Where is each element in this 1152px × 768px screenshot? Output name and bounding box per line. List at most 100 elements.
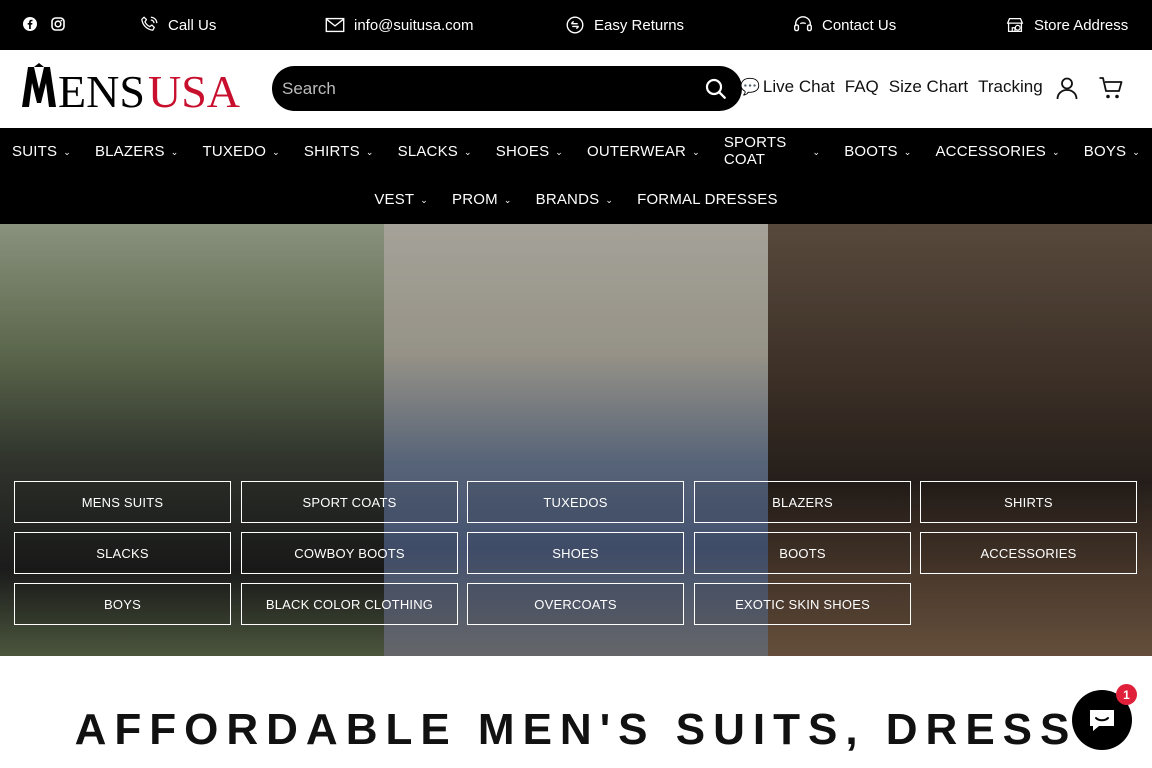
nav-item-shoes[interactable]: SHOES ⌄ <box>484 141 575 161</box>
chevron-down-icon: ⌄ <box>692 146 700 157</box>
nav-label: FORMAL DRESSES <box>637 190 778 208</box>
contact-us-label: Contact Us <box>822 16 897 34</box>
chevron-down-icon: ⌄ <box>503 194 512 205</box>
site-header: ENS USA 💬 Live Chat FAQ Size Chart Track… <box>0 50 1152 128</box>
call-us-label: Call Us <box>168 16 217 34</box>
nav-item-prom[interactable]: PROM ⌄ <box>440 189 524 209</box>
nav-row-2: VEST ⌄ PROM ⌄ BRANDS ⌄ FORMAL DRESSES <box>0 189 1152 209</box>
nav-label: TUXEDO <box>202 142 267 160</box>
category-black-color-clothing[interactable]: BLACK COLOR CLOTHING <box>241 583 458 625</box>
chevron-down-icon: ⌄ <box>812 146 821 157</box>
mensusa-logo[interactable]: ENS USA <box>20 61 240 117</box>
category-shirts[interactable]: SHIRTS <box>920 481 1137 523</box>
live-chat-link[interactable]: 💬 Live Chat <box>740 77 835 97</box>
category-slacks[interactable]: SLACKS <box>14 532 231 574</box>
nav-label: PROM <box>452 190 498 208</box>
top-bar: Call Us info@suitusa.com Easy Returns Co… <box>0 0 1152 50</box>
nav-label: BOOTS <box>844 142 898 160</box>
nav-item-tuxedo[interactable]: TUXEDO ⌄ <box>190 141 291 161</box>
chevron-down-icon: ⌄ <box>420 194 429 205</box>
phone-icon <box>141 16 158 31</box>
category-blazers[interactable]: BLAZERS <box>694 481 911 523</box>
faq-link[interactable]: FAQ <box>845 77 879 97</box>
chat-icon <box>1090 710 1114 731</box>
nav-item-sports-coat[interactable]: SPORTS COAT ⌄ <box>712 134 832 168</box>
nav-item-slacks[interactable]: SLACKS ⌄ <box>386 141 484 161</box>
category-cowboy-boots[interactable]: COWBOY BOOTS <box>241 532 458 574</box>
nav-label: OUTERWEAR <box>587 142 687 160</box>
nav-item-accessories[interactable]: ACCESSORIES ⌄ <box>923 141 1071 161</box>
chevron-down-icon: ⌄ <box>63 146 71 157</box>
nav-row-1: SUITS ⌄ BLAZERS ⌄ TUXEDO ⌄ SHIRTS ⌄ SLACKS ⌄ … <box>0 134 1152 168</box>
search-bar <box>272 66 742 111</box>
nav-item-formal-dresses[interactable]: FORMAL DRESSES <box>625 189 790 209</box>
category-overcoats[interactable]: OVERCOATS <box>467 583 684 625</box>
email-label: info@suitusa.com <box>354 16 474 34</box>
nav-label: SUITS <box>12 142 58 160</box>
chevron-down-icon: ⌄ <box>903 146 912 157</box>
chevron-down-icon: ⌄ <box>1132 146 1140 157</box>
nav-label: SLACKS <box>397 142 459 160</box>
store-icon <box>1006 17 1024 33</box>
easy-returns-link[interactable]: Easy Returns <box>564 13 684 37</box>
nav-label: SPORTS COAT <box>723 134 787 168</box>
cart-icon[interactable] <box>1098 75 1124 101</box>
main-navigation: SUITS ⌄ BLAZERS ⌄ TUXEDO ⌄ SHIRTS ⌄ SLACKS ⌄ … <box>0 128 1152 224</box>
nav-item-outerwear[interactable]: OUTERWEAR ⌄ <box>575 141 712 161</box>
chevron-down-icon: ⌄ <box>365 146 374 157</box>
category-exotic-skin-shoes[interactable]: EXOTIC SKIN SHOES <box>694 583 911 625</box>
mail-icon <box>325 17 345 33</box>
nav-label: BLAZERS <box>94 142 165 160</box>
category-accessories[interactable]: ACCESSORIES <box>920 532 1137 574</box>
search-icon[interactable] <box>704 77 728 101</box>
contact-us-link[interactable]: Contact Us <box>792 13 896 37</box>
search-input[interactable] <box>282 72 682 105</box>
tracking-link[interactable]: Tracking <box>978 77 1043 97</box>
store-address-label: Store Address <box>1034 16 1129 34</box>
nav-item-brands[interactable]: BRANDS ⌄ <box>524 189 625 209</box>
chevron-down-icon: ⌄ <box>272 146 280 157</box>
easy-returns-label: Easy Returns <box>594 16 685 34</box>
nav-label: BRANDS <box>535 190 600 208</box>
nav-item-shirts[interactable]: SHIRTS ⌄ <box>292 141 386 161</box>
instagram-icon[interactable] <box>50 16 66 32</box>
nav-item-boys[interactable]: BOYS ⌄ <box>1072 141 1152 161</box>
call-us-link[interactable]: Call Us <box>138 13 216 37</box>
category-boots[interactable]: BOOTS <box>694 532 911 574</box>
facebook-icon[interactable] <box>22 16 38 32</box>
live-chat-label: Live Chat <box>762 77 835 96</box>
nav-label: BOYS <box>1083 142 1127 160</box>
nav-label: SHOES <box>495 142 550 160</box>
nav-label: VEST <box>374 190 415 208</box>
nav-item-vest[interactable]: VEST ⌄ <box>362 189 440 209</box>
nav-label: ACCESSORIES <box>935 142 1047 160</box>
chevron-down-icon: ⌄ <box>555 146 564 157</box>
category-shoes[interactable]: SHOES <box>467 532 684 574</box>
social-links <box>22 16 66 32</box>
category-boys[interactable]: BOYS <box>14 583 231 625</box>
page-heading: AFFORDABLE MEN'S SUITS, DRESS <box>74 705 1078 754</box>
account-icon[interactable] <box>1054 75 1080 101</box>
svg-text:ENS: ENS <box>58 66 145 111</box>
nav-label: SHIRTS <box>303 142 360 160</box>
returns-icon <box>566 16 584 34</box>
chat-notification-badge: 1 <box>1116 684 1137 705</box>
store-address-link[interactable]: Store Address <box>1004 13 1128 37</box>
nav-item-boots[interactable]: BOOTS ⌄ <box>832 141 923 161</box>
headset-icon <box>794 16 812 32</box>
nav-item-suits[interactable]: SUITS ⌄ <box>0 141 83 161</box>
hero-banner: MENS SUITS SPORT COATS TUXEDOS BLAZERS S… <box>0 224 1152 656</box>
chevron-down-icon: ⌄ <box>1052 146 1060 157</box>
category-mens-suits[interactable]: MENS SUITS <box>14 481 231 523</box>
category-tuxedos[interactable]: TUXEDOS <box>467 481 684 523</box>
size-chart-link[interactable]: Size Chart <box>889 77 968 97</box>
nav-item-blazers[interactable]: BLAZERS ⌄ <box>83 141 191 161</box>
chevron-down-icon: ⌄ <box>605 194 614 205</box>
svg-text:USA: USA <box>148 66 240 111</box>
chevron-down-icon: ⌄ <box>464 146 472 157</box>
header-links: 💬 Live Chat FAQ Size Chart Tracking <box>740 77 1043 97</box>
category-sport-coats[interactable]: SPORT COATS <box>241 481 458 523</box>
email-link[interactable]: info@suitusa.com <box>324 13 473 37</box>
speech-bubble-icon: 💬 <box>740 79 760 96</box>
chevron-down-icon: ⌄ <box>170 146 179 157</box>
